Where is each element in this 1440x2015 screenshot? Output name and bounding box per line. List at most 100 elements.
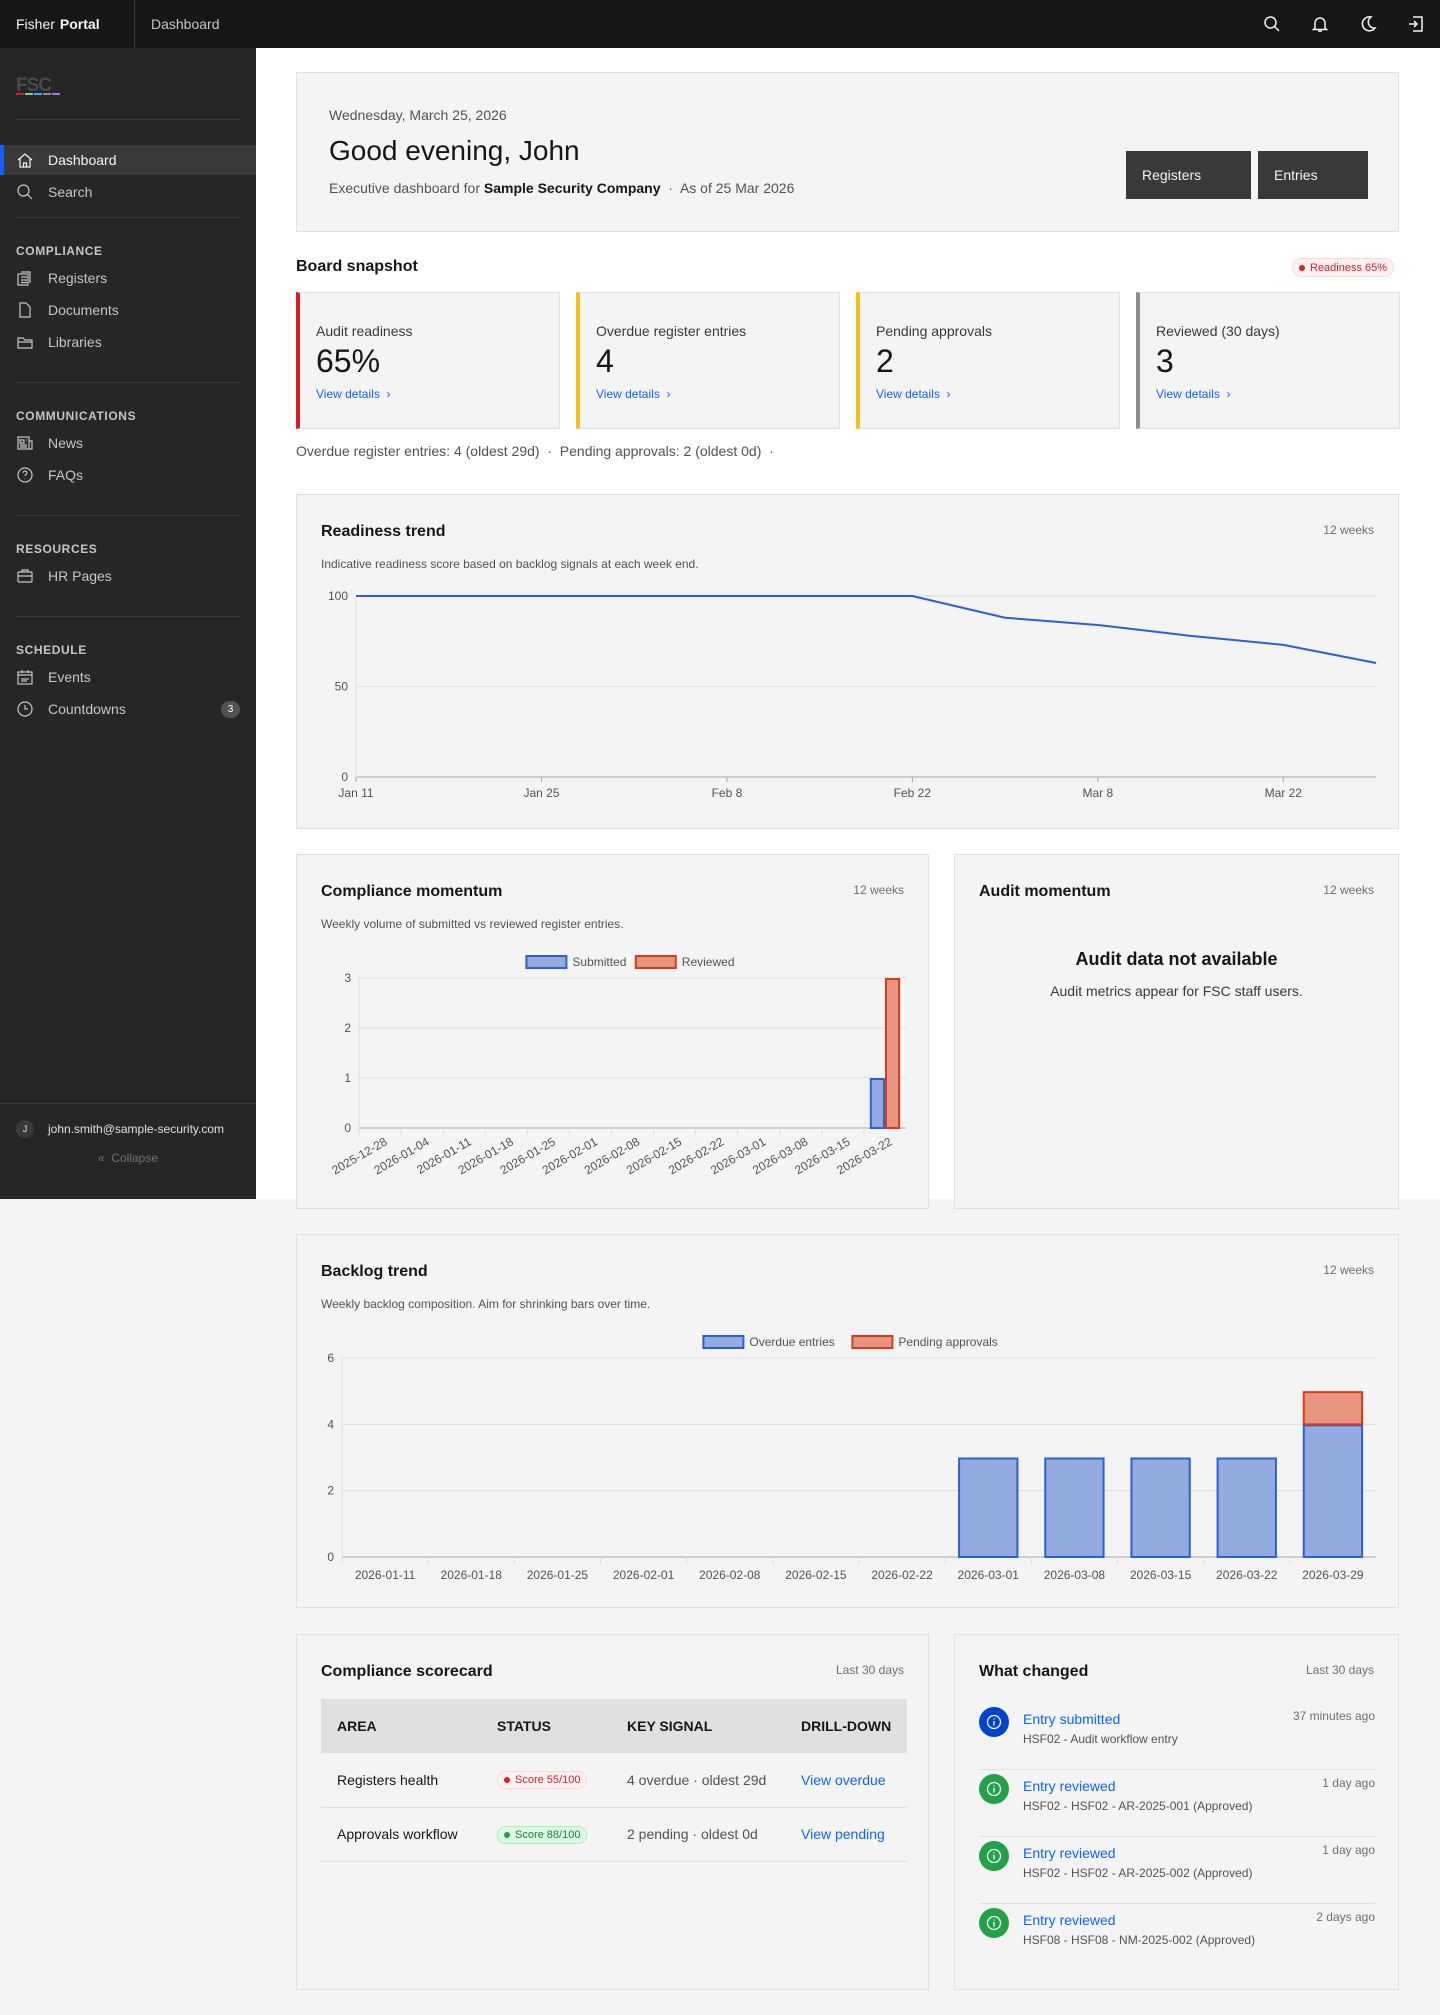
score-text: Score 88/100 xyxy=(515,1828,581,1841)
column-header: AREA xyxy=(321,1699,481,1753)
column-header: KEY SIGNAL xyxy=(611,1699,785,1753)
count-badge: 3 xyxy=(221,700,240,718)
registers-icon xyxy=(16,269,48,287)
kpi-value: 4 xyxy=(596,343,614,379)
divider xyxy=(16,515,240,516)
user-email: john.smith@sample-security.com xyxy=(48,1122,225,1136)
bar-overdue-entries xyxy=(1130,1457,1191,1558)
x-tick-label: 2026-02-15 xyxy=(785,1568,847,1582)
sidebar-item-dashboard[interactable]: Dashboard xyxy=(0,145,256,175)
breadcrumb[interactable]: Dashboard xyxy=(135,16,220,32)
link-label: View details xyxy=(316,387,380,401)
search-icon xyxy=(16,183,48,201)
status-dot xyxy=(504,1831,510,1838)
change-title-link[interactable]: Entry reviewed xyxy=(1023,1845,1116,1861)
bar-pending-approvals xyxy=(1302,1391,1364,1426)
greeting: Good evening, John xyxy=(329,135,580,166)
info-icon xyxy=(979,1908,1009,1938)
info-icon xyxy=(979,1774,1009,1804)
change-title-link[interactable]: Entry reviewed xyxy=(1023,1778,1116,1794)
kpi-label: Reviewed (30 days) xyxy=(1156,323,1280,339)
score-badge: Score 55/100 xyxy=(497,1771,588,1790)
backlog-trend-card: Backlog trend 12 weeks Weekly backlog co… xyxy=(296,1234,1399,1608)
x-tick-label: Feb 22 xyxy=(894,786,932,800)
y-tick-label: 100 xyxy=(328,589,348,603)
help-icon xyxy=(16,466,48,484)
sidebar-item-libraries[interactable]: Libraries xyxy=(0,327,256,357)
svg-text:FSC: FSC xyxy=(16,75,52,96)
sidebar-section-title: COMPLIANCE xyxy=(16,244,103,258)
sidebar-item-news[interactable]: News xyxy=(0,428,256,458)
list-item: Entry reviewed HSF02 - HSF02 - AR-2025-00… xyxy=(979,1770,1375,1837)
sidebar-item-events[interactable]: Events xyxy=(0,662,256,692)
view-details-link[interactable]: View details › xyxy=(876,387,951,401)
signal-cell: 4 overdue · oldest 29d xyxy=(611,1753,785,1808)
y-tick-label: 2 xyxy=(344,1021,351,1035)
sidebar-item-search[interactable]: Search xyxy=(0,177,256,207)
y-tick-label: 2 xyxy=(327,1484,334,1498)
x-tick-label: Jan 25 xyxy=(523,786,559,800)
sidebar-item-registers[interactable]: Registers xyxy=(0,263,256,293)
x-tick-label: Mar 8 xyxy=(1082,786,1113,800)
x-tick-label: 2026-01-11 xyxy=(355,1568,416,1582)
view-details-link[interactable]: View details › xyxy=(596,387,671,401)
divider xyxy=(16,616,240,617)
kpi-card: Overdue register entries 4 View details › xyxy=(576,292,840,429)
y-tick-label: 6 xyxy=(327,1351,334,1365)
logout-icon[interactable] xyxy=(1392,0,1440,48)
snapshot-summary: Overdue register entries: 4 (oldest 29d)… xyxy=(296,443,774,459)
x-tick-label: 2026-03-08 xyxy=(1044,1568,1106,1582)
view-details-link[interactable]: View details › xyxy=(1156,387,1231,401)
news-icon xyxy=(16,434,48,452)
change-title-link[interactable]: Entry reviewed xyxy=(1023,1912,1116,1928)
entries-button[interactable]: Entries xyxy=(1258,151,1368,199)
brand[interactable]: Fisher Portal xyxy=(0,0,135,48)
y-tick-label: 50 xyxy=(335,680,349,694)
view-details-link[interactable]: View details › xyxy=(316,387,391,401)
moon-icon[interactable] xyxy=(1344,0,1392,48)
search-icon[interactable] xyxy=(1248,0,1296,48)
legend-label: Reviewed xyxy=(682,955,735,969)
change-detail: HSF02 - Audit workflow entry xyxy=(1023,1732,1178,1746)
card-meta: 12 weeks xyxy=(1323,883,1374,897)
sidebar-item-label: Libraries xyxy=(48,334,102,350)
legend-swatch xyxy=(525,955,568,969)
x-tick-label: 2026-02-08 xyxy=(699,1568,761,1582)
clock-icon xyxy=(16,700,48,718)
card-meta: Last 30 days xyxy=(835,1663,904,1677)
sidebar-item-faqs[interactable]: FAQs xyxy=(0,460,256,490)
list-item: Entry submitted HSF02 - Audit workflow en… xyxy=(979,1703,1375,1770)
sidebar-item-documents[interactable]: Documents xyxy=(0,295,256,325)
drilldown-link[interactable]: View overdue xyxy=(801,1772,886,1788)
signal-cell: 2 pending · oldest 0d xyxy=(611,1807,785,1862)
sidebar-item-label: Dashboard xyxy=(48,152,117,168)
divider xyxy=(16,119,240,120)
status-dot xyxy=(504,1777,510,1784)
change-time: 1 day ago xyxy=(1322,1776,1375,1790)
x-tick-label: 2026-01-25 xyxy=(527,1568,589,1582)
audit-momentum-card: Audit momentum 12 weeks Audit data not a… xyxy=(954,854,1399,1209)
collapse-button[interactable]: « Collapse xyxy=(0,1151,256,1165)
table-header-row: AREA STATUS KEY SIGNAL DRILL-DOWN xyxy=(321,1699,907,1753)
user-profile[interactable]: Jjohn.smith@sample-security.com xyxy=(0,1103,256,1138)
drilldown-cell: View pending xyxy=(785,1807,907,1862)
section-title: Board snapshot xyxy=(296,258,418,275)
bell-icon[interactable] xyxy=(1296,0,1344,48)
kpi-card: Audit readiness 65% View details › xyxy=(296,292,560,429)
drilldown-link[interactable]: View pending xyxy=(801,1826,885,1842)
chevron-right-icon: › xyxy=(659,387,671,401)
change-title-link[interactable]: Entry submitted xyxy=(1023,1711,1120,1727)
chevron-double-left-icon: « xyxy=(97,1151,112,1165)
top-bar: Fisher Portal Dashboard xyxy=(0,0,1440,48)
collapse-label: Collapse xyxy=(111,1151,159,1165)
area-cell: Registers health xyxy=(321,1753,481,1808)
scorecard-table: AREA STATUS KEY SIGNAL DRILL-DOWN Regist… xyxy=(321,1699,907,1862)
readiness-chart: 0 50 100 Jan 11 Jan 25 Feb 8 Feb 22 Mar 8 Mar 22 xyxy=(328,589,1377,800)
registers-button[interactable]: Registers xyxy=(1126,151,1251,199)
sidebar-section-title: COMMUNICATIONS xyxy=(16,409,137,423)
y-tick-label: 3 xyxy=(344,971,351,985)
home-icon xyxy=(16,151,48,169)
change-detail: HSF08 - HSF08 - NM-2025-002 (Approved) xyxy=(1023,1933,1256,1947)
sidebar-item-hr-pages[interactable]: HR Pages xyxy=(0,561,256,591)
sidebar-item-countdowns[interactable]: Countdowns 3 xyxy=(0,694,256,724)
